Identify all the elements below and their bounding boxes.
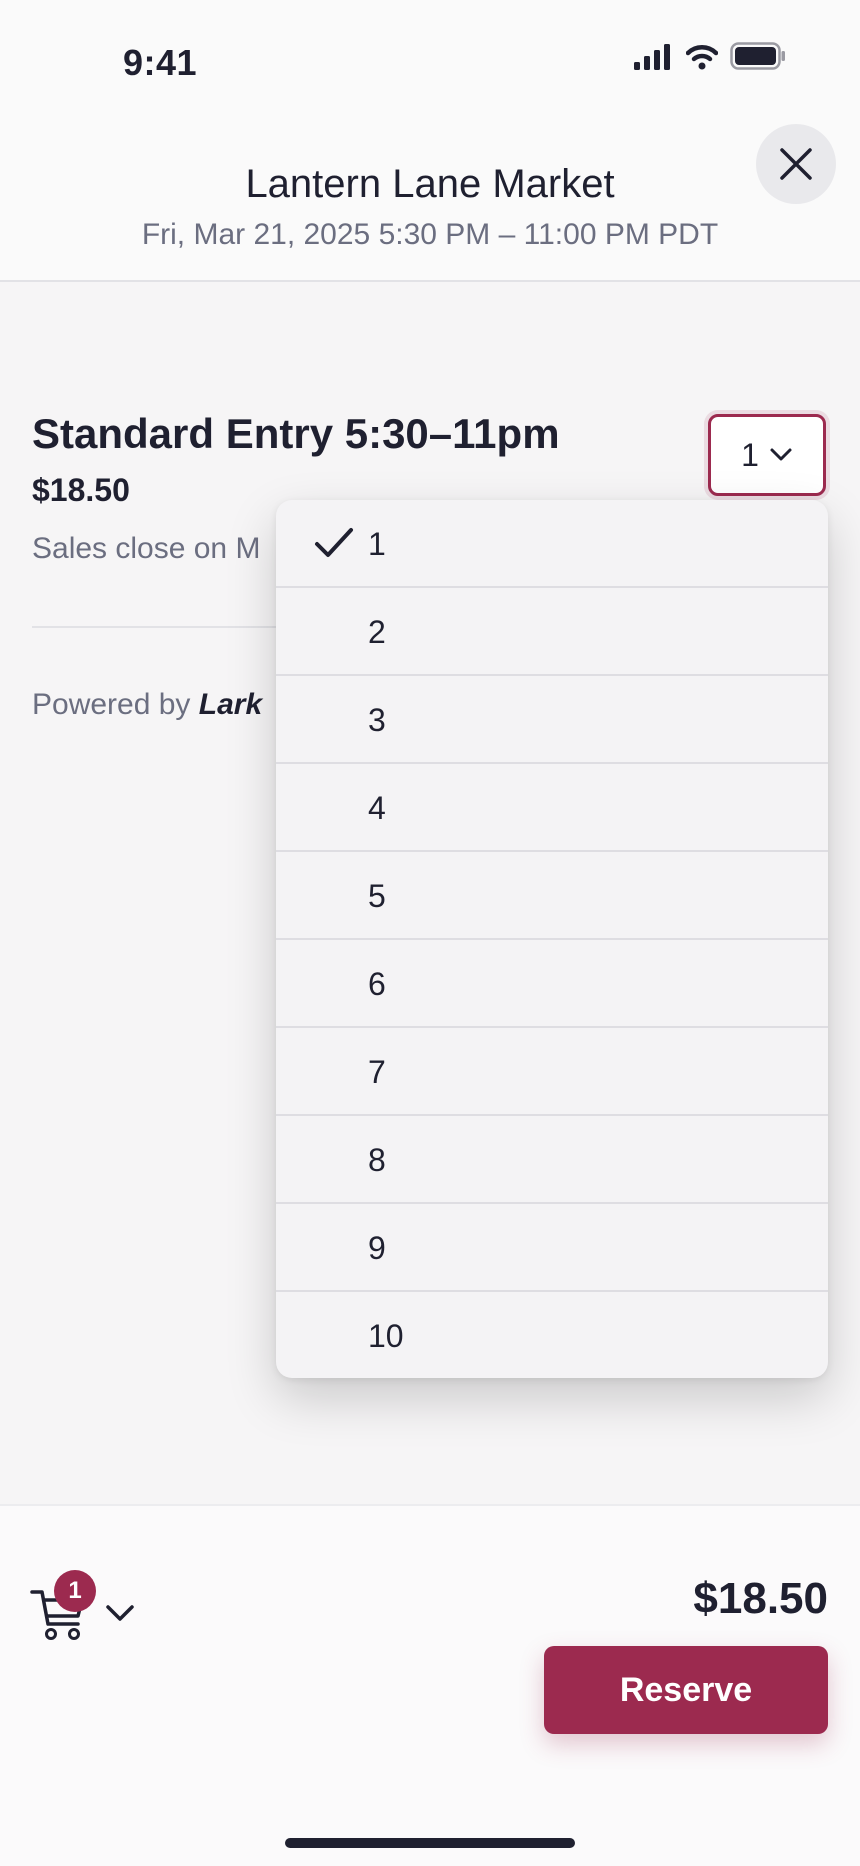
quantity-option-label: 3 bbox=[368, 702, 386, 738]
checkmark-icon bbox=[315, 528, 353, 557]
quantity-option-label: 2 bbox=[368, 614, 386, 650]
status-time: 9:41 bbox=[123, 42, 198, 83]
quantity-option[interactable]: 3 bbox=[276, 676, 828, 764]
event-date: Fri, Mar 21, 2025 5:30 PM – 11:00 PM PDT bbox=[141, 218, 719, 251]
cellular-signal-icon bbox=[634, 44, 670, 70]
quantity-select-value: 1 bbox=[741, 436, 759, 473]
battery-icon bbox=[730, 42, 785, 70]
quantity-option-label: 1 bbox=[368, 526, 386, 562]
reserve-button[interactable]: Reserve bbox=[544, 1646, 828, 1734]
quantity-option[interactable]: 5 bbox=[276, 852, 828, 940]
home-indicator bbox=[285, 1838, 575, 1848]
powered-by-brand[interactable]: Lark bbox=[199, 688, 262, 721]
close-icon bbox=[780, 148, 812, 180]
quantity-option[interactable]: 8 bbox=[276, 1116, 828, 1204]
quantity-option-label: 10 bbox=[368, 1318, 404, 1354]
quantity-option[interactable]: 4 bbox=[276, 764, 828, 852]
powered-by-prefix: Powered by bbox=[32, 688, 191, 721]
checkout-footer: 1 $18.50 Reserve bbox=[0, 1504, 860, 1866]
quantity-option-label: 8 bbox=[368, 1142, 386, 1178]
event-title: Lantern Lane Market bbox=[245, 162, 615, 206]
quantity-option[interactable]: 2 bbox=[276, 588, 828, 676]
ticket-price: $18.50 bbox=[32, 472, 130, 508]
quantity-select[interactable]: 1 bbox=[708, 414, 826, 496]
cart-chevron-down-icon[interactable] bbox=[104, 1602, 136, 1624]
powered-by: Powered by Lark bbox=[32, 688, 262, 722]
quantity-dropdown: 1 2 3 4 5 6 7 8 9 10 bbox=[276, 500, 828, 1378]
quantity-option-label: 7 bbox=[368, 1054, 386, 1090]
quantity-option[interactable]: 10 bbox=[276, 1292, 828, 1378]
quantity-option[interactable]: 7 bbox=[276, 1028, 828, 1116]
status-bar: 9:41 bbox=[0, 0, 860, 110]
chevron-down-icon bbox=[770, 448, 792, 461]
quantity-option-label: 4 bbox=[368, 790, 386, 826]
close-button[interactable] bbox=[756, 124, 836, 204]
wifi-icon bbox=[686, 45, 718, 70]
quantity-option-label: 9 bbox=[368, 1230, 386, 1266]
event-header: Lantern Lane Market Fri, Mar 21, 2025 5:… bbox=[0, 110, 860, 282]
ticket-name: Standard Entry 5:30–11pm bbox=[32, 410, 560, 457]
quantity-option[interactable]: 9 bbox=[276, 1204, 828, 1292]
quantity-option[interactable]: 6 bbox=[276, 940, 828, 1028]
sales-close-text: Sales close on M bbox=[32, 532, 261, 565]
cart-count-badge: 1 bbox=[54, 1570, 96, 1612]
quantity-option[interactable]: 1 bbox=[276, 500, 828, 588]
order-total: $18.50 bbox=[693, 1574, 828, 1623]
quantity-option-label: 6 bbox=[368, 966, 386, 1002]
quantity-option-label: 5 bbox=[368, 878, 386, 914]
